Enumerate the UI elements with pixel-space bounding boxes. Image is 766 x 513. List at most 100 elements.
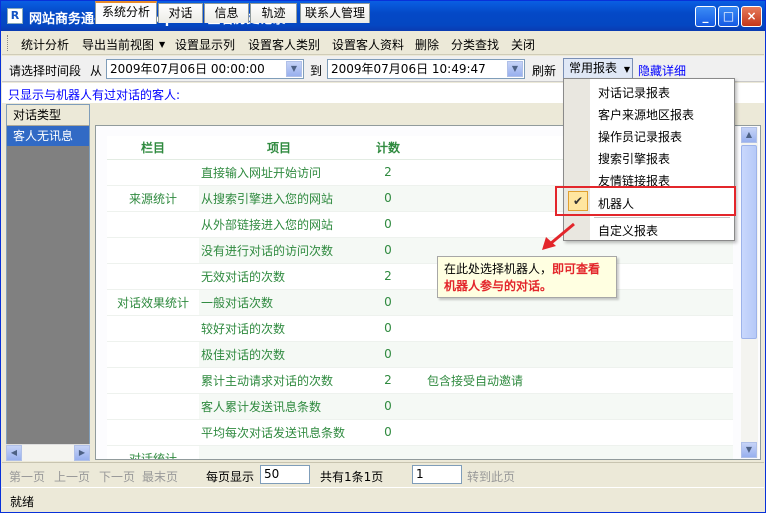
chevron-down-icon[interactable]: ▼	[286, 61, 302, 77]
count-cell: 0	[359, 341, 417, 368]
common-reports-button[interactable]: 常用报表 ▼	[563, 58, 633, 79]
menu-export-view[interactable]: 导出当前视图	[82, 36, 154, 53]
scroll-down-icon[interactable]: ▼	[741, 442, 757, 458]
category-cell	[107, 341, 199, 368]
left-horizontal-scrollbar[interactable]: ◀ ▶	[6, 444, 90, 461]
menu-item-search-engine-report[interactable]: 搜索引擎报表	[598, 150, 670, 167]
maximize-button[interactable]: □	[718, 6, 739, 27]
end-datetime-value: 2009年07月06日 10:49:47	[331, 62, 486, 76]
table-row[interactable]: 累计主动请求对话的次数 2 包含接受自动邀请	[107, 367, 733, 394]
pagination-bar: 第一页 上一页 下一页 最末页 每页显示 50 共有1条1页 1 转到此页	[2, 462, 764, 486]
item-cell: 一般对话次数	[199, 289, 359, 316]
instruction-callout: 在此处选择机器人，即可查看 机器人参与的对话。	[437, 256, 617, 298]
menu-item-conversation-report[interactable]: 对话记录报表	[598, 84, 670, 101]
period-label: 请选择时间段	[9, 64, 82, 78]
conversation-type-item[interactable]: 客人无讯息	[7, 126, 89, 146]
export-dropdown-icon[interactable]: ▼	[159, 40, 165, 49]
category-cell	[107, 263, 199, 290]
per-page-input[interactable]: 50	[260, 465, 310, 484]
toolbar-grip[interactable]	[7, 35, 10, 51]
item-cell: 客人累计发送讯息条数	[199, 393, 359, 420]
count-cell: 2	[359, 367, 417, 394]
menu-guest-category[interactable]: 设置客人类别	[248, 36, 320, 53]
menu-item-custom-report[interactable]: 自定义报表	[598, 222, 658, 239]
item-cell: 较好对话的次数	[199, 315, 359, 342]
note-cell	[417, 393, 733, 420]
robot-only-link[interactable]: 只显示与机器人有过对话的客人:	[8, 86, 180, 103]
item-cell: 平均每次对话发送讯息条数	[199, 419, 359, 446]
item-cell: 无效对话的次数	[199, 263, 359, 290]
item-cell: 从外部链接进入您的网站	[199, 211, 359, 238]
tab-info[interactable]: 信息	[204, 3, 249, 23]
table-row[interactable]: 客人累计发送讯息条数 0	[107, 393, 733, 420]
menu-category-search[interactable]: 分类查找	[451, 36, 499, 53]
scroll-left-icon[interactable]: ◀	[6, 445, 22, 461]
menu-set-columns[interactable]: 设置显示列	[175, 36, 235, 53]
menu-item-region-report[interactable]: 客户来源地区报表	[598, 106, 694, 123]
callout-text-normal: 在此处选择机器人，	[444, 262, 553, 276]
next-page-button[interactable]: 下一页	[99, 468, 135, 485]
category-cell	[107, 159, 199, 186]
per-page-label: 每页显示	[206, 470, 255, 484]
grid-vertical-scrollbar[interactable]: ▲ ▼	[741, 127, 758, 458]
tab-system-analysis[interactable]: 系统分析	[95, 1, 157, 24]
refresh-button[interactable]: 刷新	[532, 62, 556, 79]
scroll-up-icon[interactable]: ▲	[741, 127, 757, 143]
last-page-button[interactable]: 最末页	[142, 468, 178, 485]
red-arrow-icon	[542, 222, 575, 250]
count-cell: 2	[359, 263, 417, 290]
app-logo-icon: R	[7, 8, 23, 24]
end-datetime-picker[interactable]: 2009年07月06日 10:49:47 ▼	[327, 59, 525, 79]
tab-conversation[interactable]: 对话	[158, 3, 203, 23]
callout-text-highlight: 即可查看	[552, 262, 601, 276]
item-cell: 累计主动请求对话的次数	[199, 367, 359, 394]
count-cell: 2	[359, 159, 417, 186]
note-cell	[417, 445, 733, 459]
category-cell	[107, 211, 199, 238]
note-cell	[417, 419, 733, 446]
to-label: 到	[310, 64, 323, 78]
scrollbar-thumb[interactable]	[741, 145, 757, 339]
tab-track[interactable]: 轨迹	[250, 3, 297, 23]
menu-delete[interactable]: 删除	[415, 36, 439, 53]
table-row[interactable]: 无效对话的次数 2	[107, 263, 733, 290]
menu-guest-profile[interactable]: 设置客人资料	[332, 36, 404, 53]
column-header-item: 项目	[199, 136, 359, 160]
category-cell: 对话统计	[107, 445, 199, 459]
menu-statistics[interactable]: 统计分析	[21, 36, 69, 53]
count-cell: 0	[359, 419, 417, 446]
page-number-input[interactable]: 1	[412, 465, 462, 484]
category-cell: 来源统计	[107, 185, 199, 212]
close-window-button[interactable]: ×	[741, 6, 762, 27]
page-total-text: 共有1条1页	[320, 470, 384, 484]
table-row[interactable]: 极佳对话的次数 0	[107, 341, 733, 368]
menu-close[interactable]: 关闭	[511, 36, 535, 53]
category-cell	[107, 315, 199, 342]
minimize-button[interactable]: _	[695, 6, 716, 27]
menu-item-operator-report[interactable]: 操作员记录报表	[598, 128, 682, 145]
item-cell: 没有进行对话的访问次数	[199, 237, 359, 264]
table-row[interactable]: 较好对话的次数 0	[107, 315, 733, 342]
table-row[interactable]: 对话效果统计 一般对话次数 0	[107, 289, 733, 316]
column-header-category: 栏目	[107, 136, 199, 160]
menu-bar: 统计分析 导出当前视图 ▼ 设置显示列 设置客人类别 设置客人资料 删除 分类查…	[2, 31, 764, 55]
table-row[interactable]: 对话统计	[107, 445, 733, 459]
count-cell: 0	[359, 185, 417, 212]
chevron-down-icon[interactable]: ▼	[507, 61, 523, 77]
tab-contacts[interactable]: 联系人管理	[300, 3, 370, 23]
goto-page-button[interactable]: 转到此页	[467, 468, 515, 485]
status-text: 就绪	[10, 495, 35, 509]
category-cell	[107, 393, 199, 420]
start-datetime-picker[interactable]: 2009年07月06日 00:00:00 ▼	[106, 59, 304, 79]
menu-separator	[594, 217, 730, 218]
prev-page-button[interactable]: 上一页	[54, 468, 90, 485]
first-page-button[interactable]: 第一页	[9, 468, 45, 485]
category-cell	[107, 367, 199, 394]
note-cell	[417, 315, 733, 342]
count-cell: 0	[359, 315, 417, 342]
column-header-count: 计数	[359, 136, 417, 160]
scroll-right-icon[interactable]: ▶	[74, 445, 90, 461]
hide-details-link[interactable]: 隐藏详细	[638, 62, 686, 79]
table-row[interactable]: 平均每次对话发送讯息条数 0	[107, 419, 733, 446]
item-cell: 极佳对话的次数	[199, 341, 359, 368]
